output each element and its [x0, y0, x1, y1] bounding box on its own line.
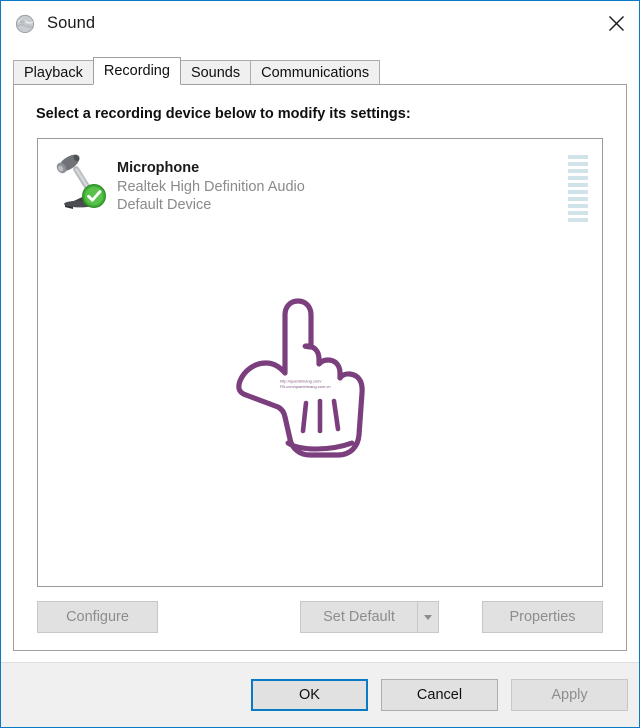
close-icon	[608, 15, 624, 32]
properties-button[interactable]: Properties	[482, 601, 603, 633]
tab-sounds-label: Sounds	[190, 64, 241, 81]
sound-dialog-window: Sound Playback Recording Sounds Communic…	[0, 0, 640, 728]
tab-communications-label: Communications	[261, 64, 370, 81]
level-meter-segment	[568, 155, 588, 159]
level-meter-segment	[568, 190, 588, 194]
level-meter-segment	[568, 162, 588, 166]
microphone-icon	[47, 147, 111, 211]
configure-button-label: Configure	[66, 609, 129, 625]
properties-button-label: Properties	[509, 609, 576, 625]
cancel-button-label: Cancel	[416, 687, 463, 703]
list-item[interactable]: Microphone Realtek High Definition Audio…	[38, 139, 602, 237]
tab-sounds[interactable]: Sounds	[179, 60, 252, 85]
level-meter-segment	[568, 176, 588, 180]
set-default-button[interactable]: Set Default	[300, 601, 417, 633]
tab-strip: Playback Recording Sounds Communications	[13, 57, 627, 85]
level-meter-segment	[568, 169, 588, 173]
apply-button-label: Apply	[551, 687, 588, 703]
tab-strip-filler	[379, 60, 627, 85]
apply-button[interactable]: Apply	[511, 679, 628, 711]
device-text-block: Microphone Realtek High Definition Audio…	[117, 145, 305, 215]
configure-button[interactable]: Configure	[37, 601, 158, 633]
ok-button-label: OK	[299, 687, 320, 703]
ok-button[interactable]: OK	[251, 679, 368, 711]
cancel-button[interactable]: Cancel	[381, 679, 498, 711]
tab-communications[interactable]: Communications	[250, 60, 381, 85]
recording-device-list[interactable]: Microphone Realtek High Definition Audio…	[37, 138, 603, 587]
dialog-footer: OK Cancel Apply	[1, 662, 639, 727]
tab-playback[interactable]: Playback	[13, 60, 94, 85]
dialog-body: Playback Recording Sounds Communications…	[1, 46, 639, 727]
tab-recording[interactable]: Recording	[92, 57, 181, 85]
device-status: Default Device	[117, 197, 212, 214]
window-title: Sound	[47, 14, 96, 32]
tab-recording-label: Recording	[103, 63, 170, 79]
title-bar: Sound	[1, 1, 639, 46]
set-default-group: Set Default	[300, 601, 439, 633]
instruction-text: Select a recording device below to modif…	[36, 106, 411, 122]
chevron-down-icon	[424, 614, 432, 620]
level-meter-segment	[568, 197, 588, 201]
level-meter-segment	[568, 204, 588, 208]
recording-tab-page: Select a recording device below to modif…	[13, 85, 627, 651]
level-meter-segment	[568, 218, 588, 222]
level-meter-segment	[568, 211, 588, 215]
device-action-buttons: Configure Set Default Properties	[37, 601, 603, 633]
level-meter-segment	[568, 183, 588, 187]
set-default-dropdown-button[interactable]	[417, 601, 439, 633]
device-driver: Realtek High Definition Audio	[117, 178, 305, 195]
set-default-button-label: Set Default	[323, 609, 395, 625]
close-button[interactable]	[593, 1, 639, 46]
sound-speaker-icon	[14, 13, 36, 35]
device-name: Microphone	[117, 160, 200, 176]
tab-playback-label: Playback	[24, 64, 83, 81]
level-meter	[568, 155, 588, 222]
